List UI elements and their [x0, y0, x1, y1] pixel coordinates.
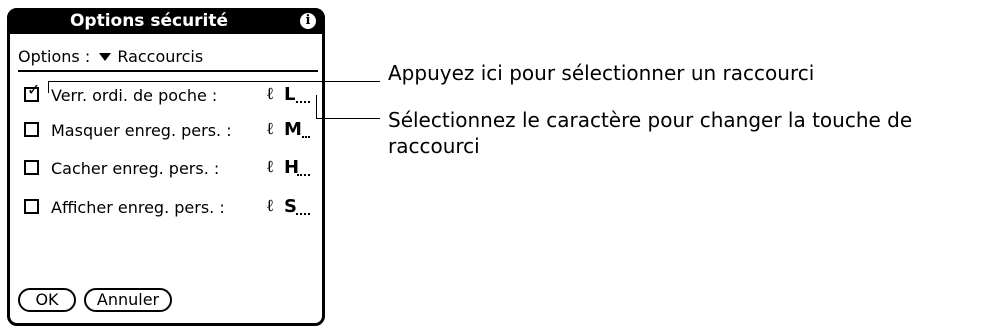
options-value[interactable]: Raccourcis — [117, 47, 203, 66]
options-divider — [18, 70, 318, 72]
dropdown-arrow-icon — [99, 53, 112, 61]
key-underline — [297, 174, 310, 176]
callout-select-shortcut: Appuyez ici pour sélectionner un raccour… — [388, 61, 815, 85]
shortcut-label: Afficher enreg. pers. : — [51, 198, 225, 217]
ok-button[interactable]: OK — [18, 288, 76, 312]
shortcut-label: Verr. ordi. de poche : — [51, 86, 218, 105]
callout-line-horizontal-2 — [316, 118, 380, 119]
options-label: Options : — [18, 47, 91, 66]
checkbox-lock[interactable]: ✓ — [24, 82, 40, 102]
shortcut-key-mask[interactable]: M — [284, 120, 302, 140]
key-underline — [296, 101, 310, 103]
callout-change-key-line1: Sélectionnez le caractère pour changer l… — [388, 108, 913, 132]
callout-line-vertical-1 — [48, 81, 49, 93]
shortcut-label: Masquer enreg. pers. : — [51, 121, 232, 140]
checkmark-icon: ✓ — [27, 80, 41, 99]
shortcut-row-mask[interactable]: Masquer enreg. pers. : — [24, 121, 232, 141]
key-underline — [302, 136, 310, 138]
shortcut-label: Cacher enreg. pers. : — [51, 159, 220, 178]
shortcut-row-lock[interactable]: ✓ Verr. ordi. de poche : — [24, 82, 218, 106]
graffiti-stroke-icon: ℓ — [266, 157, 275, 177]
graffiti-stroke-icon: ℓ — [266, 196, 275, 216]
key-underline — [296, 213, 310, 215]
callout-line-horizontal-1 — [48, 81, 380, 82]
shortcut-key-lock[interactable]: L — [284, 85, 295, 105]
shortcut-row-hide[interactable]: Cacher enreg. pers. : — [24, 159, 219, 179]
info-icon[interactable]: i — [300, 13, 316, 29]
checkbox-mask[interactable] — [24, 122, 39, 137]
cancel-button[interactable]: Annuler — [84, 288, 172, 312]
callout-line-vertical-2 — [316, 95, 317, 119]
options-selector[interactable]: Options : Raccourcis — [18, 47, 203, 67]
checkbox-hide[interactable] — [24, 160, 39, 175]
shortcut-row-show[interactable]: Afficher enreg. pers. : — [24, 198, 225, 218]
callout-change-key-line2: raccourci — [388, 134, 480, 158]
graffiti-stroke-icon: ℓ — [266, 119, 275, 139]
graffiti-stroke-icon: ℓ — [266, 84, 275, 104]
checkbox-show[interactable] — [24, 199, 39, 214]
dialog-title: Options sécurité — [69, 11, 229, 31]
